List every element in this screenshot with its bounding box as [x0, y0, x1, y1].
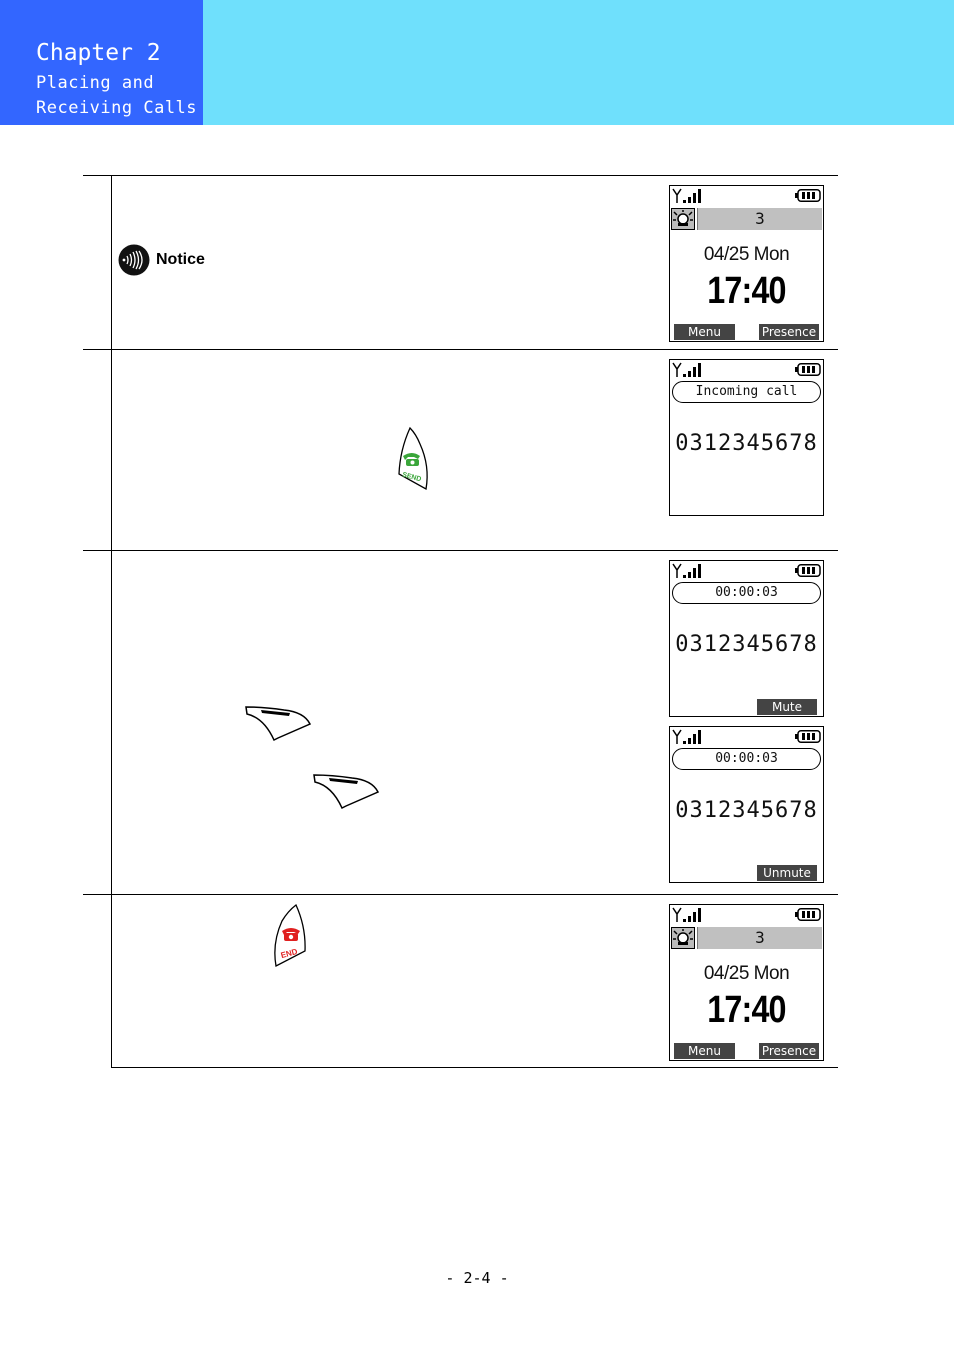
table-rule-row1	[83, 349, 838, 350]
date-display: 04/25 Mon	[703, 244, 790, 265]
chapter-title: Chapter 2	[36, 40, 161, 66]
softkey-presence[interactable]: Presence	[759, 324, 819, 340]
call-timer-pill: 00:00:03	[672, 748, 821, 770]
status-bar	[670, 186, 823, 206]
notice-label: Notice	[156, 251, 205, 268]
time-display: 17:40	[707, 270, 786, 312]
phone-screen-incoming-call: Incoming call 0312345678	[669, 359, 824, 516]
table-rule-bottom	[111, 1067, 838, 1068]
battery-icon	[795, 908, 821, 921]
battery-icon	[795, 189, 821, 202]
battery-icon	[795, 730, 821, 743]
softkey-menu[interactable]: Menu	[674, 1043, 735, 1059]
presence-count: 3	[697, 927, 822, 949]
caller-number: 0312345678	[675, 632, 818, 657]
phone-screen-standby-after-call: 3 04/25 Mon 17:40 Menu Presence	[669, 904, 824, 1061]
send-key-icon: SEND	[398, 426, 428, 491]
end-key-icon: END	[274, 903, 306, 967]
table-rule-top	[83, 175, 838, 176]
phone-screen-standby: 3 04/25 Mon 17:40 Menu Presence	[669, 185, 824, 342]
table-rule-row3	[83, 894, 838, 895]
signal-strength-icon	[672, 907, 701, 922]
caller-number: 0312345678	[675, 798, 818, 823]
alarm-light-icon	[671, 208, 695, 230]
softkey-menu[interactable]: Menu	[674, 324, 735, 340]
info-bar: 3	[670, 207, 823, 231]
page-number: - 2-4 -	[445, 1269, 509, 1287]
signal-strength-icon	[672, 188, 701, 203]
status-bar	[670, 905, 823, 925]
presence-count: 3	[697, 208, 822, 230]
info-bar: 3	[670, 926, 823, 950]
table-column-divider	[111, 175, 112, 1068]
notice-sound-icon	[118, 244, 150, 276]
status-bar	[670, 561, 823, 581]
signal-strength-icon	[672, 362, 701, 377]
alarm-light-icon	[671, 927, 695, 949]
softkey-unmute[interactable]: Unmute	[757, 865, 817, 881]
time-display: 17:40	[707, 989, 786, 1031]
date-display: 04/25 Mon	[703, 963, 790, 984]
battery-icon	[795, 363, 821, 376]
status-bar	[670, 727, 823, 747]
call-status-pill: Incoming call	[672, 381, 821, 403]
caller-number: 0312345678	[675, 431, 818, 456]
right-softkey-icon	[313, 774, 380, 810]
chapter-subtitle-line1: Placing and	[36, 73, 155, 93]
notice-badge: Notice	[118, 243, 234, 277]
phone-screen-in-call-unmute: 00:00:03 0312345678 Unmute	[669, 726, 824, 883]
chapter-subtitle-line2: Receiving Calls	[36, 98, 198, 118]
battery-icon	[795, 564, 821, 577]
signal-strength-icon	[672, 729, 701, 744]
softkey-presence[interactable]: Presence	[759, 1043, 819, 1059]
phone-screen-in-call-mute: 00:00:03 0312345678 Mute	[669, 560, 824, 717]
chapter-box: Chapter 2 Placing and Receiving Calls	[0, 0, 203, 125]
right-softkey-icon	[245, 706, 312, 742]
signal-strength-icon	[672, 563, 701, 578]
table-rule-row2	[83, 550, 838, 551]
status-bar	[670, 360, 823, 380]
call-timer-pill: 00:00:03	[672, 582, 821, 604]
softkey-mute[interactable]: Mute	[757, 699, 817, 715]
